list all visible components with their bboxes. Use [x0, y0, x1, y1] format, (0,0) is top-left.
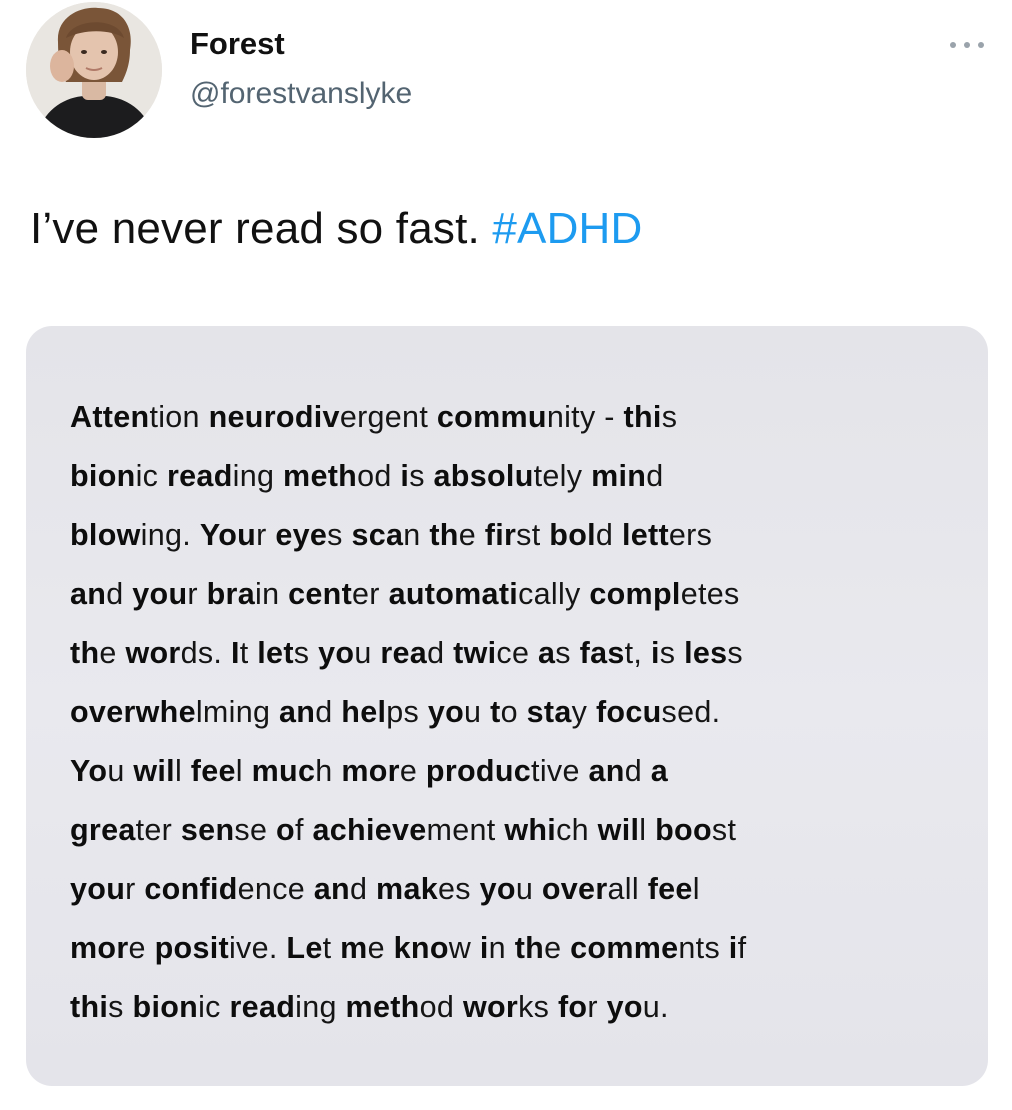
- hashtag-link[interactable]: #ADHD: [492, 204, 642, 253]
- image-text-line: Attention neurodivergent community - thi…: [70, 400, 678, 434]
- image-text-line: bionic reading method is absolutely mind: [70, 459, 664, 493]
- image-text-line: greater sense of achievement which will …: [70, 813, 737, 847]
- author-name[interactable]: Forest: [190, 26, 285, 62]
- tweet-body: I’ve never read so fast.: [30, 204, 480, 253]
- image-text-line: this bionic reading method works for you…: [70, 990, 669, 1024]
- profile-photo-icon: [26, 2, 162, 138]
- image-text-line: more positive. Let me know in the commen…: [70, 931, 747, 965]
- author-handle[interactable]: @forestvanslyke: [190, 77, 412, 111]
- image-text-line: You will feel much more productive and a: [70, 754, 669, 788]
- image-text-line: blowing. Your eyes scan the first bold l…: [70, 518, 713, 552]
- tweet: Forest @forestvanslyke I’ve never read s…: [0, 0, 1012, 1110]
- more-options-icon[interactable]: [944, 30, 990, 60]
- image-text-line: overwhelming and helps you to stay focus…: [70, 695, 721, 729]
- tweet-text: I’ve never read so fast. #ADHD: [30, 204, 643, 254]
- image-text-line: your confidence and makes you overall fe…: [70, 872, 700, 906]
- image-text-line: and your brain center automatically comp…: [70, 577, 740, 611]
- tweet-image[interactable]: Attention neurodivergent community - thi…: [26, 326, 988, 1086]
- image-text-line: the words. It lets you read twice as fas…: [70, 636, 743, 670]
- bionic-reading-text: Attention neurodivergent community - thi…: [70, 388, 950, 1037]
- avatar[interactable]: [26, 2, 162, 138]
